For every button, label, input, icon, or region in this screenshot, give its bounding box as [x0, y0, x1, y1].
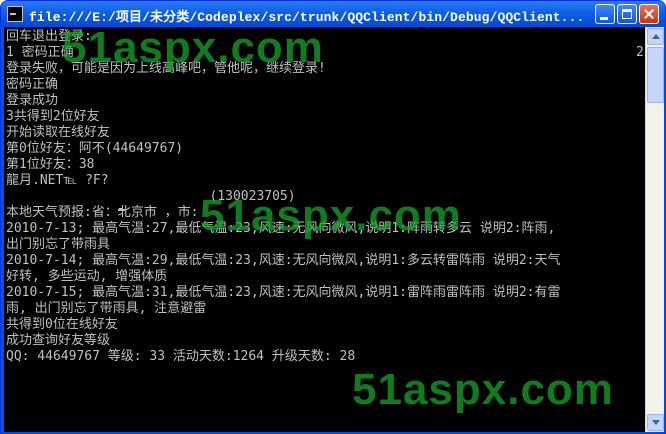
console-line: QQ: 44649767 等级: 33 活动天数:1264 升级天数: 28 [6, 349, 356, 364]
console-line: 龍月.NET℡ ?F? [6, 173, 109, 188]
console-output[interactable]: 回车退出登录: 1 密码正确 2 登录失败，可能是因为上线高峰吧，管他呢，继续登… [4, 27, 645, 432]
console-line: 3共得到2位好友 [6, 109, 100, 124]
title-bar[interactable]: file:///E:/项目/未分类/Codeplex/src/trunk/QQC… [1, 1, 665, 27]
console-line: 成功查询好友等级 [6, 333, 111, 348]
watermark: 51aspx.com [200, 191, 462, 240]
console-line: 密码正确 [6, 77, 59, 92]
window-title: file:///E:/项目/未分类/Codeplex/src/trunk/QQC… [29, 10, 585, 25]
console-line: 好转, 多些运动, 增强体质 [6, 269, 168, 284]
console-line: 共得到0位在线好友 [6, 317, 118, 332]
scroll-thumb[interactable] [647, 47, 664, 103]
console-icon[interactable] [7, 6, 23, 22]
console-line: 2010-7-14; 最高气温:29,最低气温:23,风速:无风向微风,说明1:… [6, 253, 561, 268]
minimize-button[interactable] [595, 4, 615, 24]
vertical-scrollbar[interactable] [645, 27, 664, 432]
watermark: 51aspx.com [62, 27, 324, 72]
console-line: 第0位好友：阿不(44649767) [6, 141, 184, 156]
console-line: 开始读取在线好友 [6, 125, 111, 140]
console-line: 登录成功 [6, 93, 59, 108]
console-window: file:///E:/项目/未分类/Codeplex/src/trunk/QQC… [0, 0, 666, 434]
console-line: 第1位好友：38 [6, 157, 95, 172]
console-line: 雨, 出门别忘了带雨具, 注意避雷 [6, 301, 207, 316]
watermark: 51aspx.com [352, 365, 614, 414]
maximize-button[interactable] [617, 4, 637, 24]
scroll-down-button[interactable] [647, 414, 664, 431]
console-line: 2010-7-15; 最高气温:31,最低气温:23,风速:无风向微风,说明1:… [6, 285, 561, 300]
console-line: 本地天气预报:省：北京市 ，市: [6, 205, 199, 220]
scroll-up-button[interactable] [647, 28, 664, 45]
console-right-number: 2 [636, 45, 644, 60]
console-line: 出门别忘了带雨具 [6, 237, 111, 252]
close-button[interactable] [639, 4, 659, 24]
